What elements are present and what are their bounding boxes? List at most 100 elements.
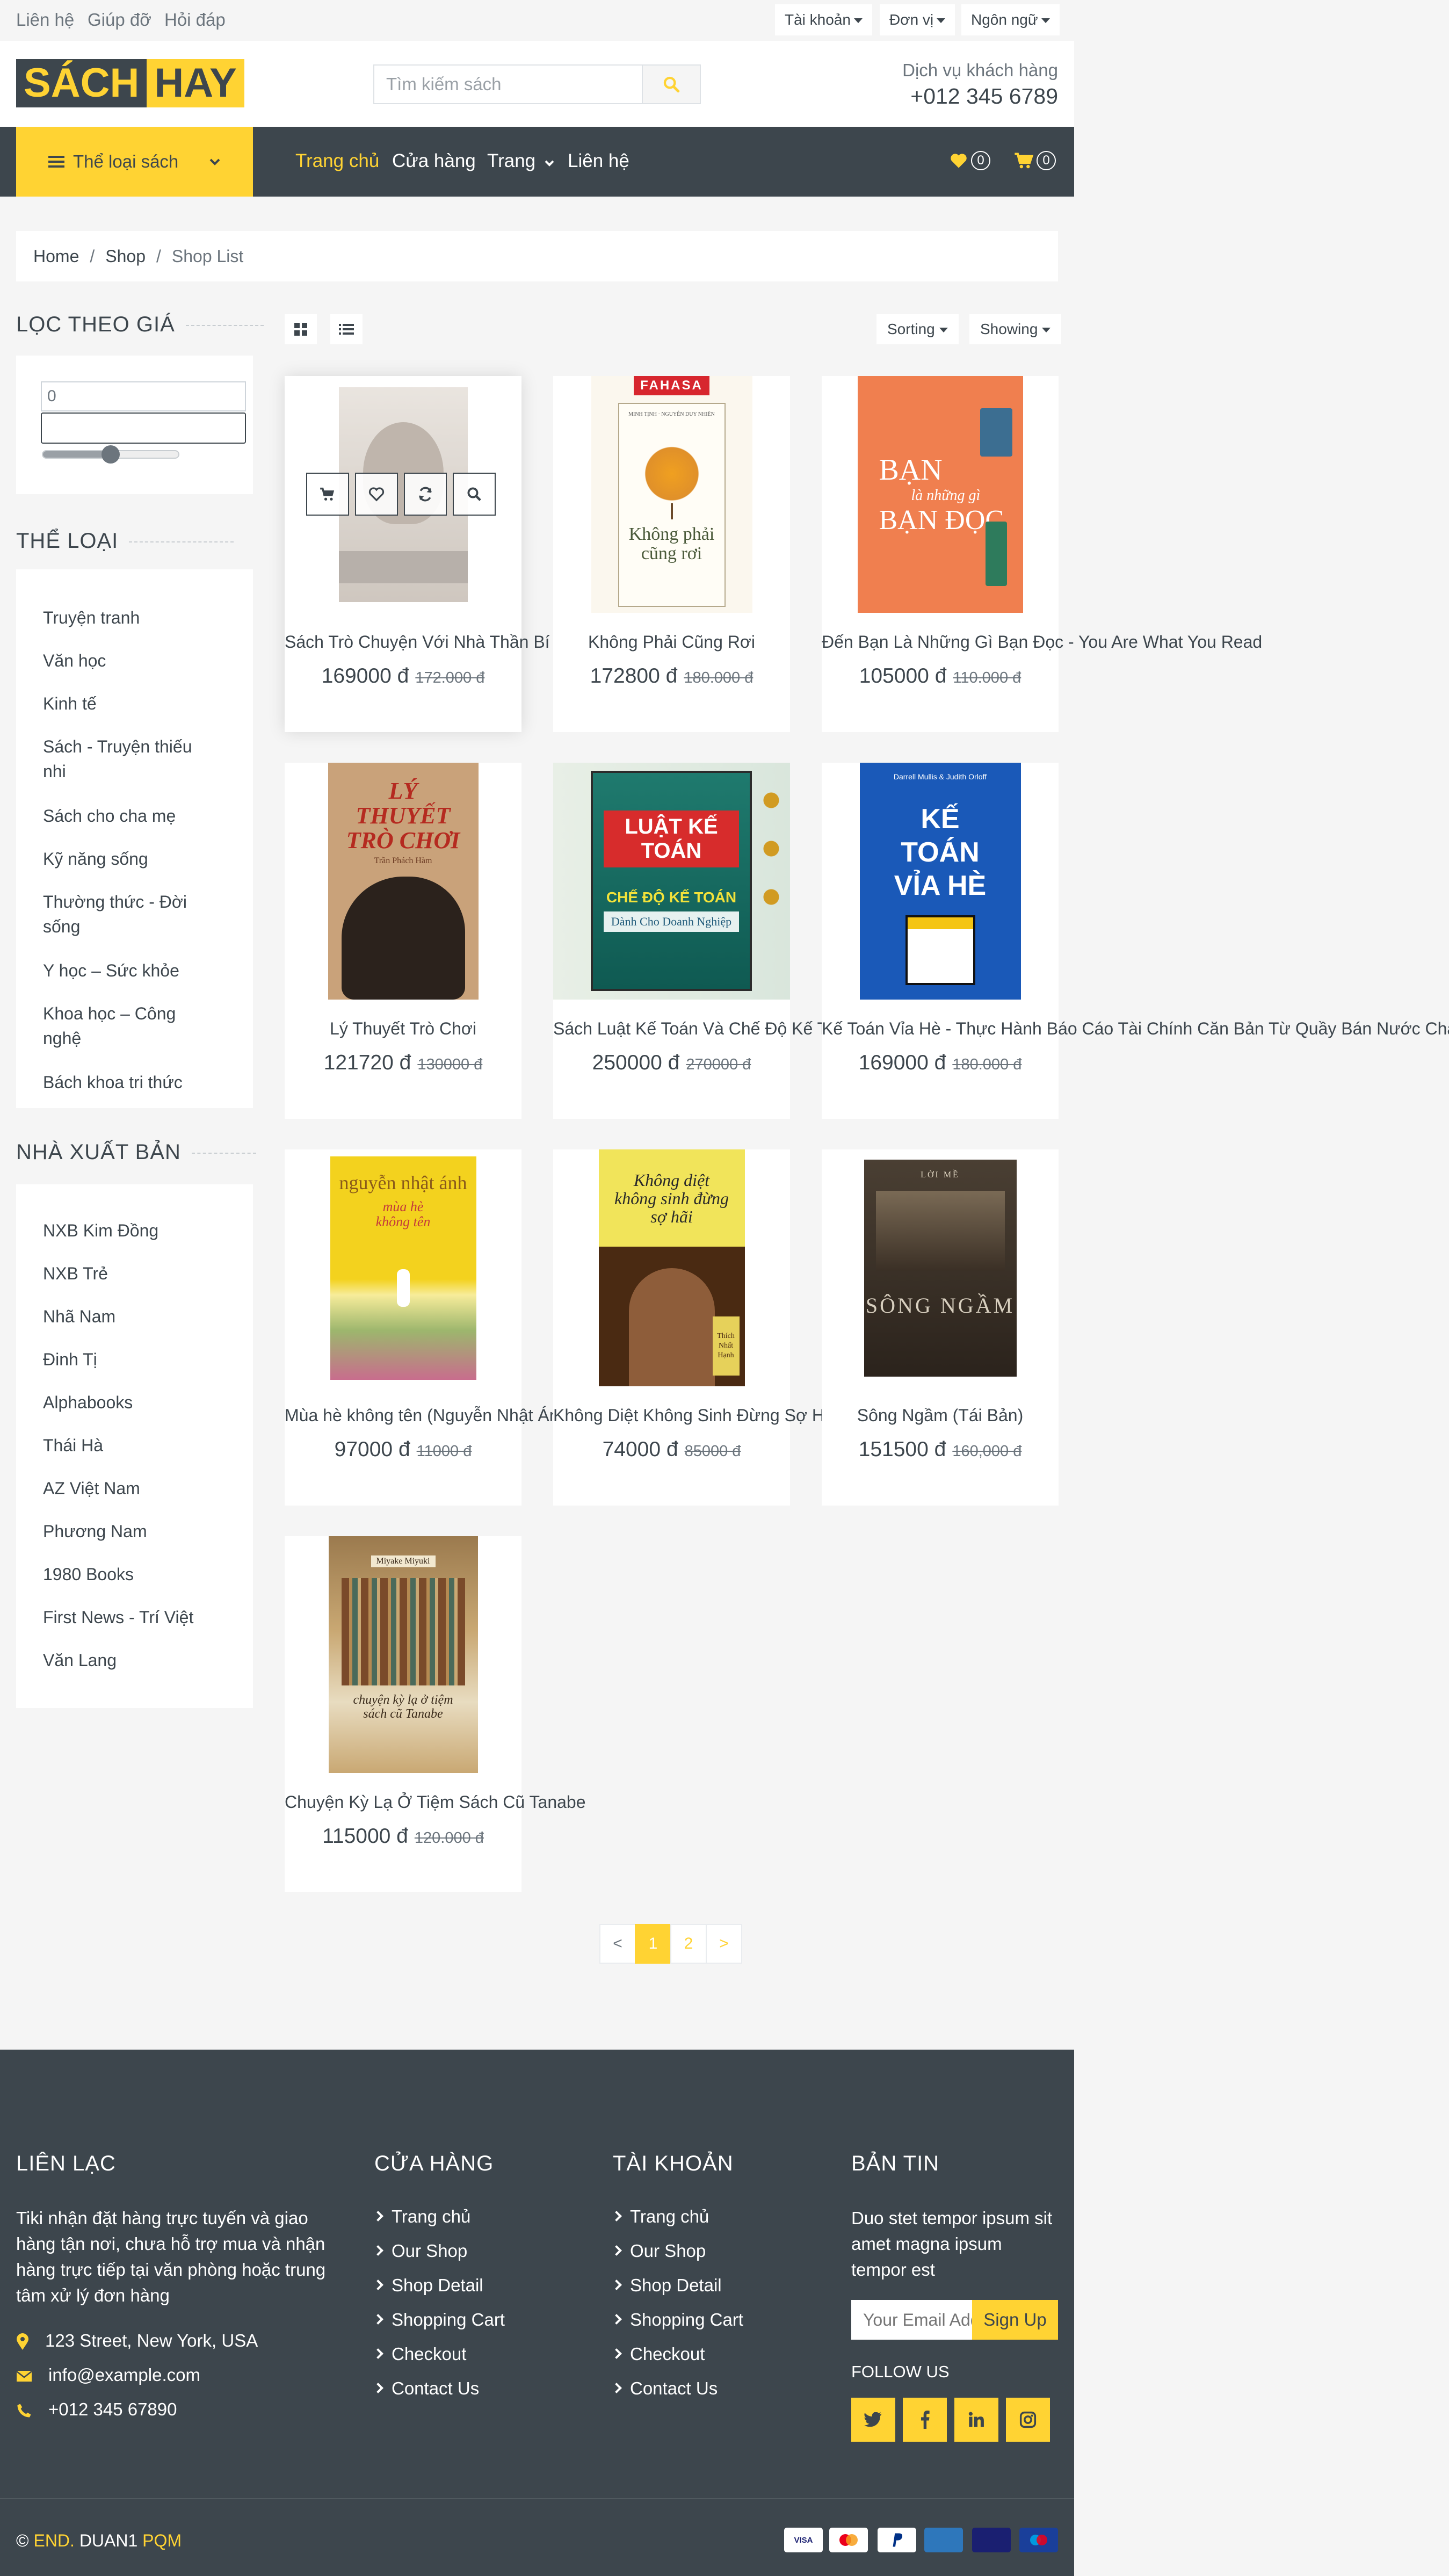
product-image[interactable]: Darrell Mullis & Judith Orloff KẾ TOÁN V… <box>822 763 1059 1000</box>
product-title[interactable]: Không Diệt Không Sinh Đừng Sợ Hã <box>553 1406 834 1426</box>
footer-account-link[interactable]: Shopping Cart <box>611 2310 743 2330</box>
product-image[interactable]: Miyake Miyuki chuyện kỳ lạ ở tiệm sách c… <box>285 1536 521 1773</box>
category-item[interactable]: Sách cho cha mẹ <box>43 804 209 828</box>
topbar-link-help[interactable]: Giúp đỡ <box>88 10 151 30</box>
topbar-link-contact[interactable]: Liên hệ <box>16 10 74 30</box>
product-title[interactable]: Chuyện Kỳ Lạ Ở Tiệm Sách Cũ Tanabe <box>285 1792 586 1812</box>
add-to-wishlist-button[interactable] <box>355 473 398 516</box>
list-view-button[interactable] <box>330 314 363 344</box>
facebook-button[interactable] <box>903 2398 947 2442</box>
product-card[interactable]: LỜI MỀ SÔNG NGẦM Sông Ngầm (Tái Bản) 151… <box>822 1149 1059 1506</box>
category-menu-button[interactable]: Thể loại sách <box>16 127 253 197</box>
category-item[interactable]: Truyện tranh <box>43 605 209 630</box>
publisher-item[interactable]: AZ Việt Nam <box>43 1476 209 1501</box>
price-max-input[interactable] <box>41 413 246 444</box>
publisher-item[interactable]: Thái Hà <box>43 1433 209 1458</box>
pagination-prev[interactable]: < <box>599 1924 636 1964</box>
footer-account-link[interactable]: Trang chủ <box>611 2206 709 2227</box>
footer-shop-link[interactable]: Contact Us <box>373 2378 479 2399</box>
linkedin-button[interactable] <box>954 2398 998 2442</box>
footer-shop-link[interactable]: Checkout <box>373 2344 466 2364</box>
footer-account-link[interactable]: Checkout <box>611 2344 705 2364</box>
compare-button[interactable] <box>404 473 447 516</box>
breadcrumb-home[interactable]: Home <box>33 247 79 266</box>
sorting-dropdown[interactable]: Sorting <box>876 314 959 344</box>
product-image[interactable]: Không diệt không sinh đừng sợ hãi Thích … <box>553 1149 790 1386</box>
nav-link-contact[interactable]: Liên hệ <box>568 150 629 172</box>
publisher-item[interactable]: First News - Trí Việt <box>43 1605 209 1630</box>
footer-email-text[interactable]: info@example.com <box>48 2365 200 2385</box>
account-dropdown[interactable]: Tài khoản <box>775 4 872 35</box>
add-to-cart-button[interactable] <box>306 473 349 516</box>
product-title[interactable]: Mùa hè không tên (Nguyễn Nhật Ánh <box>285 1406 568 1426</box>
category-item[interactable]: Y học – Sức khỏe <box>43 958 209 983</box>
product-title[interactable]: Sông Ngầm (Tái Bản) <box>822 1406 1059 1426</box>
breadcrumb-shop[interactable]: Shop <box>105 247 146 266</box>
footer-shop-link[interactable]: Our Shop <box>373 2241 467 2261</box>
search-button[interactable] <box>642 66 700 103</box>
publisher-item[interactable]: NXB Kim Đồng <box>43 1218 209 1243</box>
category-item[interactable]: Sách - Truyện thiếu nhi <box>43 734 209 784</box>
instagram-button[interactable] <box>1006 2398 1050 2442</box>
topbar-link-faq[interactable]: Hỏi đáp <box>164 10 226 30</box>
publisher-item[interactable]: Đinh Tị <box>43 1347 209 1372</box>
newsletter-signup-button[interactable]: Sign Up <box>972 2300 1058 2340</box>
product-image[interactable]: FAHASA MINH TỊNH · NGUYỄN DUY NHIÊN Khôn… <box>553 376 790 613</box>
product-title[interactable]: Kế Toán Vỉa Hè - Thực Hành Báo Cáo Tài C… <box>822 1019 1449 1039</box>
product-card[interactable]: BẠN là những gì BẠN ĐỌC Đến Bạn Là Những… <box>822 376 1262 732</box>
pagination-next[interactable]: > <box>706 1924 742 1964</box>
price-min-input[interactable] <box>41 381 246 411</box>
product-title[interactable]: Không Phải Cũng Rơi <box>553 632 790 652</box>
language-dropdown[interactable]: Ngôn ngữ <box>961 4 1060 35</box>
product-title[interactable]: Lý Thuyết Trò Chơi <box>285 1019 521 1039</box>
product-card[interactable]: LÝ THUYẾT TRÒ CHƠI Trần Phách Hàm Lý Thu… <box>285 763 521 1119</box>
publisher-item[interactable]: Phương Nam <box>43 1519 209 1544</box>
logo[interactable]: SÁCH HAY <box>16 59 244 107</box>
nav-link-home[interactable]: Trang chủ <box>295 150 379 172</box>
twitter-button[interactable] <box>851 2398 895 2442</box>
grid-view-button[interactable] <box>285 314 317 344</box>
product-card[interactable]: Miyake Miyuki chuyện kỳ lạ ở tiệm sách c… <box>285 1536 586 1892</box>
product-card[interactable]: FAHASA MINH TỊNH · NGUYỄN DUY NHIÊN Khôn… <box>553 376 790 732</box>
showing-dropdown[interactable]: Showing <box>969 314 1062 344</box>
product-image[interactable]: BẠN là những gì BẠN ĐỌC <box>822 376 1059 613</box>
footer-shop-link[interactable]: Trang chủ <box>373 2206 470 2227</box>
footer-shop-link[interactable]: Shopping Cart <box>373 2310 505 2330</box>
newsletter-email-input[interactable] <box>851 2300 972 2340</box>
pagination-page-2[interactable]: 2 <box>670 1924 707 1964</box>
product-image[interactable]: LUẬT KẾ TOÁN CHẾ ĐỘ KẾ TOÁN Dành Cho Doa… <box>553 763 790 1000</box>
category-item[interactable]: Văn học <box>43 648 209 673</box>
product-card[interactable]: Không diệt không sinh đừng sợ hãi Thích … <box>553 1149 834 1506</box>
search-input[interactable] <box>374 66 642 103</box>
currency-dropdown[interactable]: Đơn vị <box>880 4 955 35</box>
pagination-page-1[interactable]: 1 <box>635 1924 671 1964</box>
nav-link-pages[interactable]: Trang <box>487 150 555 172</box>
price-range-slider[interactable] <box>42 445 179 464</box>
product-title[interactable]: Sách Luật Kế Toán Và Chế Độ Kế To <box>553 1019 835 1039</box>
nav-link-shop[interactable]: Cửa hàng <box>392 150 476 172</box>
footer-account-link[interactable]: Our Shop <box>611 2241 706 2261</box>
footer-account-link[interactable]: Shop Detail <box>611 2275 722 2296</box>
publisher-item[interactable]: Văn Lang <box>43 1648 209 1673</box>
publisher-item[interactable]: Nhã Nam <box>43 1304 209 1329</box>
category-item[interactable]: Bách khoa tri thức <box>43 1070 209 1095</box>
product-title[interactable]: Đến Bạn Là Những Gì Bạn Đọc - You Are Wh… <box>822 632 1262 652</box>
footer-shop-link[interactable]: Shop Detail <box>373 2275 483 2296</box>
quick-view-button[interactable] <box>453 473 496 516</box>
category-item[interactable]: Kinh tế <box>43 691 209 716</box>
publisher-item[interactable]: 1980 Books <box>43 1562 209 1587</box>
product-image[interactable]: nguyễn nhật ánh mùa hè không tên <box>285 1149 521 1386</box>
product-image[interactable]: LÝ THUYẾT TRÒ CHƠI Trần Phách Hàm <box>285 763 521 1000</box>
product-image[interactable]: LỜI MỀ SÔNG NGẦM <box>822 1149 1059 1386</box>
category-item[interactable]: Kỹ năng sống <box>43 846 209 871</box>
category-item[interactable]: Khoa học – Công nghệ <box>43 1001 209 1051</box>
footer-account-link[interactable]: Contact Us <box>611 2378 718 2399</box>
product-title[interactable]: Sách Trò Chuyện Với Nhà Thần Bí - <box>285 632 560 652</box>
category-item[interactable]: Thường thức - Đời sống <box>43 889 209 939</box>
wishlist-button[interactable]: 0 <box>950 151 990 170</box>
product-card[interactable]: Darrell Mullis & Judith Orloff KẾ TOÁN V… <box>822 763 1449 1119</box>
publisher-item[interactable]: Alphabooks <box>43 1390 209 1415</box>
product-card[interactable]: LUẬT KẾ TOÁN CHẾ ĐỘ KẾ TOÁN Dành Cho Doa… <box>553 763 835 1119</box>
cart-button[interactable]: 0 <box>1014 151 1056 170</box>
product-card[interactable]: nguyễn nhật ánh mùa hè không tên Mùa hè … <box>285 1149 568 1506</box>
